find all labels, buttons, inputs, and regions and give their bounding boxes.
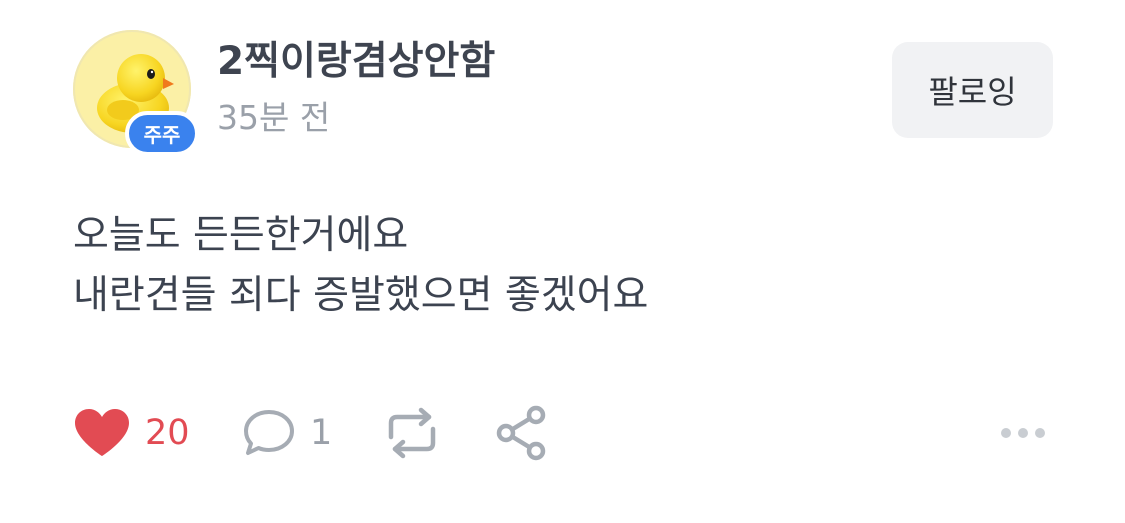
- action-bar: 20 1: [73, 405, 1063, 461]
- like-count: 20: [145, 413, 190, 453]
- post-content: 오늘도 든든한거에요 내란견들 죄다 증발했으면 좋겠어요: [73, 206, 648, 326]
- repost-icon: [388, 407, 436, 459]
- following-button[interactable]: 팔로잉: [892, 42, 1053, 138]
- comment-count: 1: [310, 413, 333, 453]
- share-button[interactable]: [495, 405, 549, 461]
- membership-badge: 주주: [125, 111, 199, 156]
- speech-bubble-icon: [244, 410, 294, 455]
- more-options-button[interactable]: [999, 405, 1047, 461]
- more-dots-icon: [1001, 428, 1045, 438]
- like-button[interactable]: 20: [73, 405, 190, 461]
- content-line: 내란견들 죄다 증발했으면 좋겠어요: [73, 273, 649, 318]
- repost-button[interactable]: [383, 405, 441, 461]
- username[interactable]: 2찍이랑겸상안함: [217, 36, 495, 88]
- post-card: 주주 2찍이랑겸상안함 35분 전 팔로잉 오늘도 든든한거에요 내란견들 죄다…: [0, 0, 1125, 523]
- content-line: 오늘도 든든한거에요: [73, 213, 409, 258]
- share-icon: [496, 405, 546, 461]
- heart-icon: [75, 409, 129, 456]
- post-time: 35분 전: [217, 98, 331, 137]
- comment-button[interactable]: 1: [242, 405, 332, 461]
